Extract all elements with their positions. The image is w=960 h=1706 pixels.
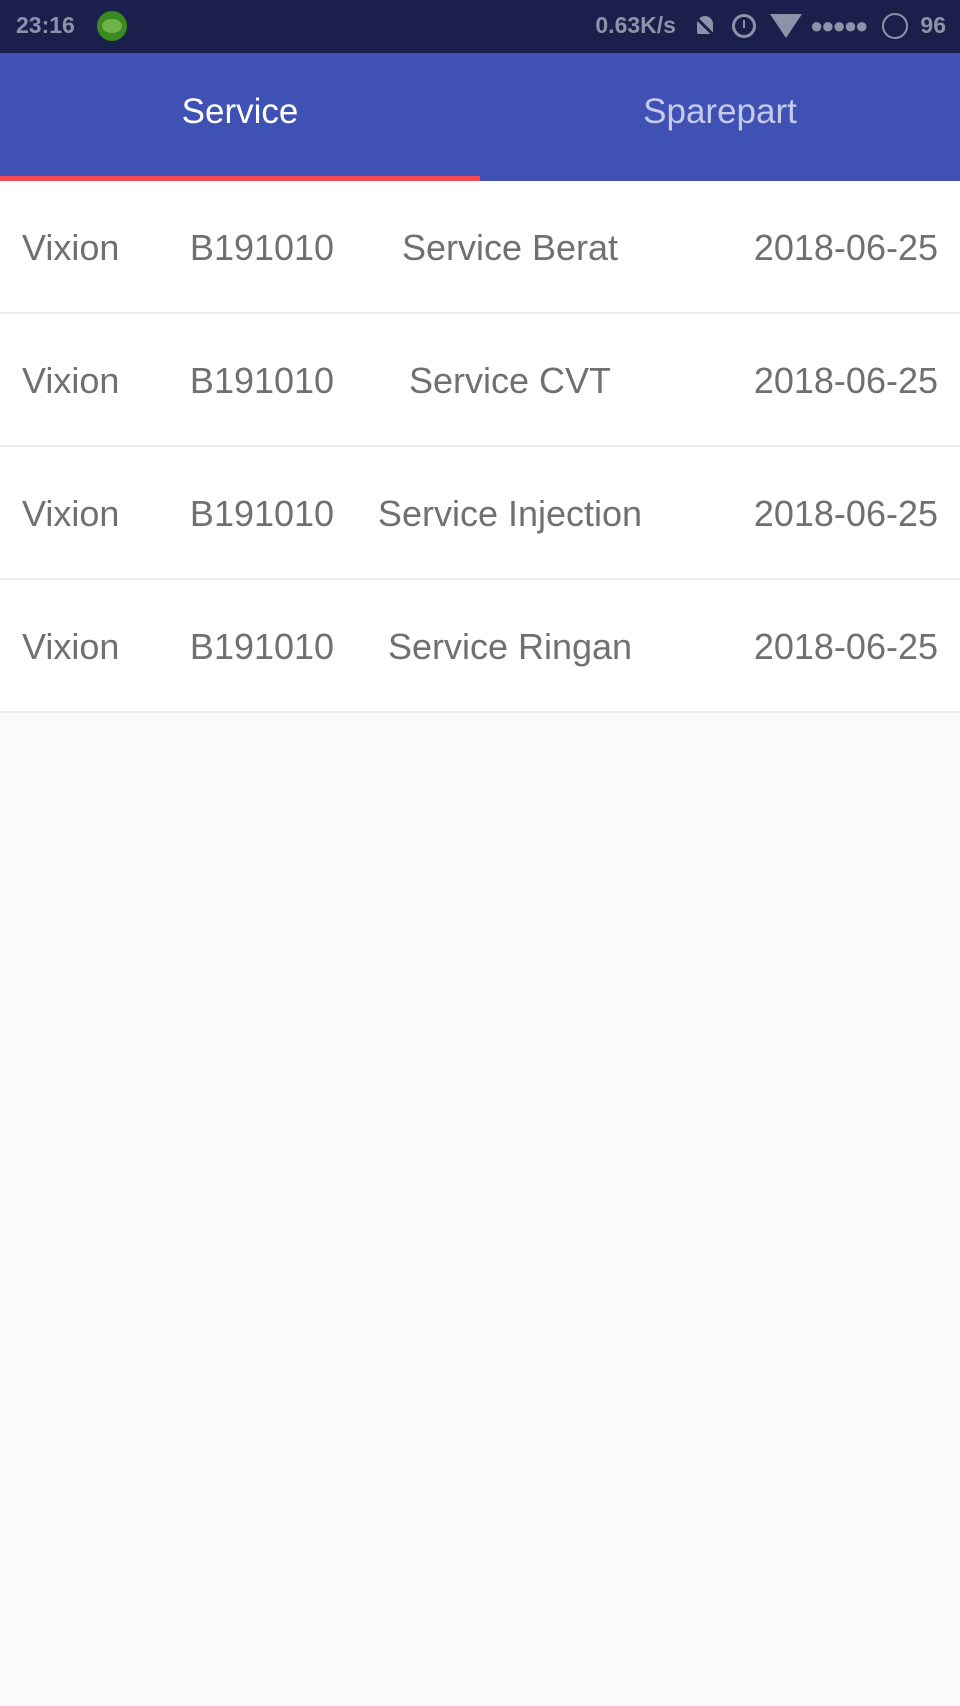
service-date: 2018-06-25 (753, 626, 938, 667)
vehicle-model: Vixion (22, 227, 120, 268)
vehicle-code: B191010 (189, 227, 335, 268)
status-bar: 23:16 0.63K/s ●●●●● 96 (0, 0, 960, 53)
tab-bar: Service Sparepart (0, 53, 960, 181)
status-time: 23:16 (16, 12, 75, 38)
service-name: Service Berat (401, 227, 619, 268)
list-item[interactable]: Vixion B191010 Service Injection 2018-06… (0, 447, 960, 580)
vehicle-model: Vixion (22, 493, 120, 534)
service-list: Vixion B191010 Service Berat 2018-06-25 … (0, 181, 960, 713)
mute-icon (692, 13, 718, 39)
vehicle-code: B191010 (189, 626, 335, 667)
alarm-icon (731, 13, 756, 38)
service-date: 2018-06-25 (753, 360, 938, 401)
status-right-group: 0.63K/s ●●●●● 96 (595, 12, 946, 39)
tab-service[interactable]: Service (0, 53, 480, 181)
service-date: 2018-06-25 (753, 493, 938, 534)
tab-label: Sparepart (643, 92, 797, 131)
list-item[interactable]: Vixion B191010 Service CVT 2018-06-25 (0, 314, 960, 447)
signal-strength-icon: ●●●●● (809, 12, 868, 38)
list-item[interactable]: Vixion B191010 Service Ringan 2018-06-25 (0, 580, 960, 713)
net-speed: 0.63K/s (595, 12, 676, 38)
service-date: 2018-06-25 (753, 227, 938, 268)
list-item[interactable]: Vixion B191010 Service Berat 2018-06-25 (0, 181, 960, 314)
line-app-icon (97, 11, 127, 41)
vehicle-code: B191010 (189, 493, 335, 534)
service-name: Service Ringan (387, 626, 633, 667)
vehicle-code: B191010 (189, 360, 335, 401)
service-name: Service Injection (377, 493, 643, 534)
vehicle-model: Vixion (22, 626, 120, 667)
tab-sparepart[interactable]: Sparepart (480, 53, 960, 181)
battery-icon (882, 12, 909, 39)
battery-level: 96 (920, 12, 946, 38)
vehicle-model: Vixion (22, 360, 120, 401)
wifi-icon (769, 13, 802, 38)
tab-label: Service (181, 92, 299, 131)
service-name: Service CVT (408, 360, 612, 401)
